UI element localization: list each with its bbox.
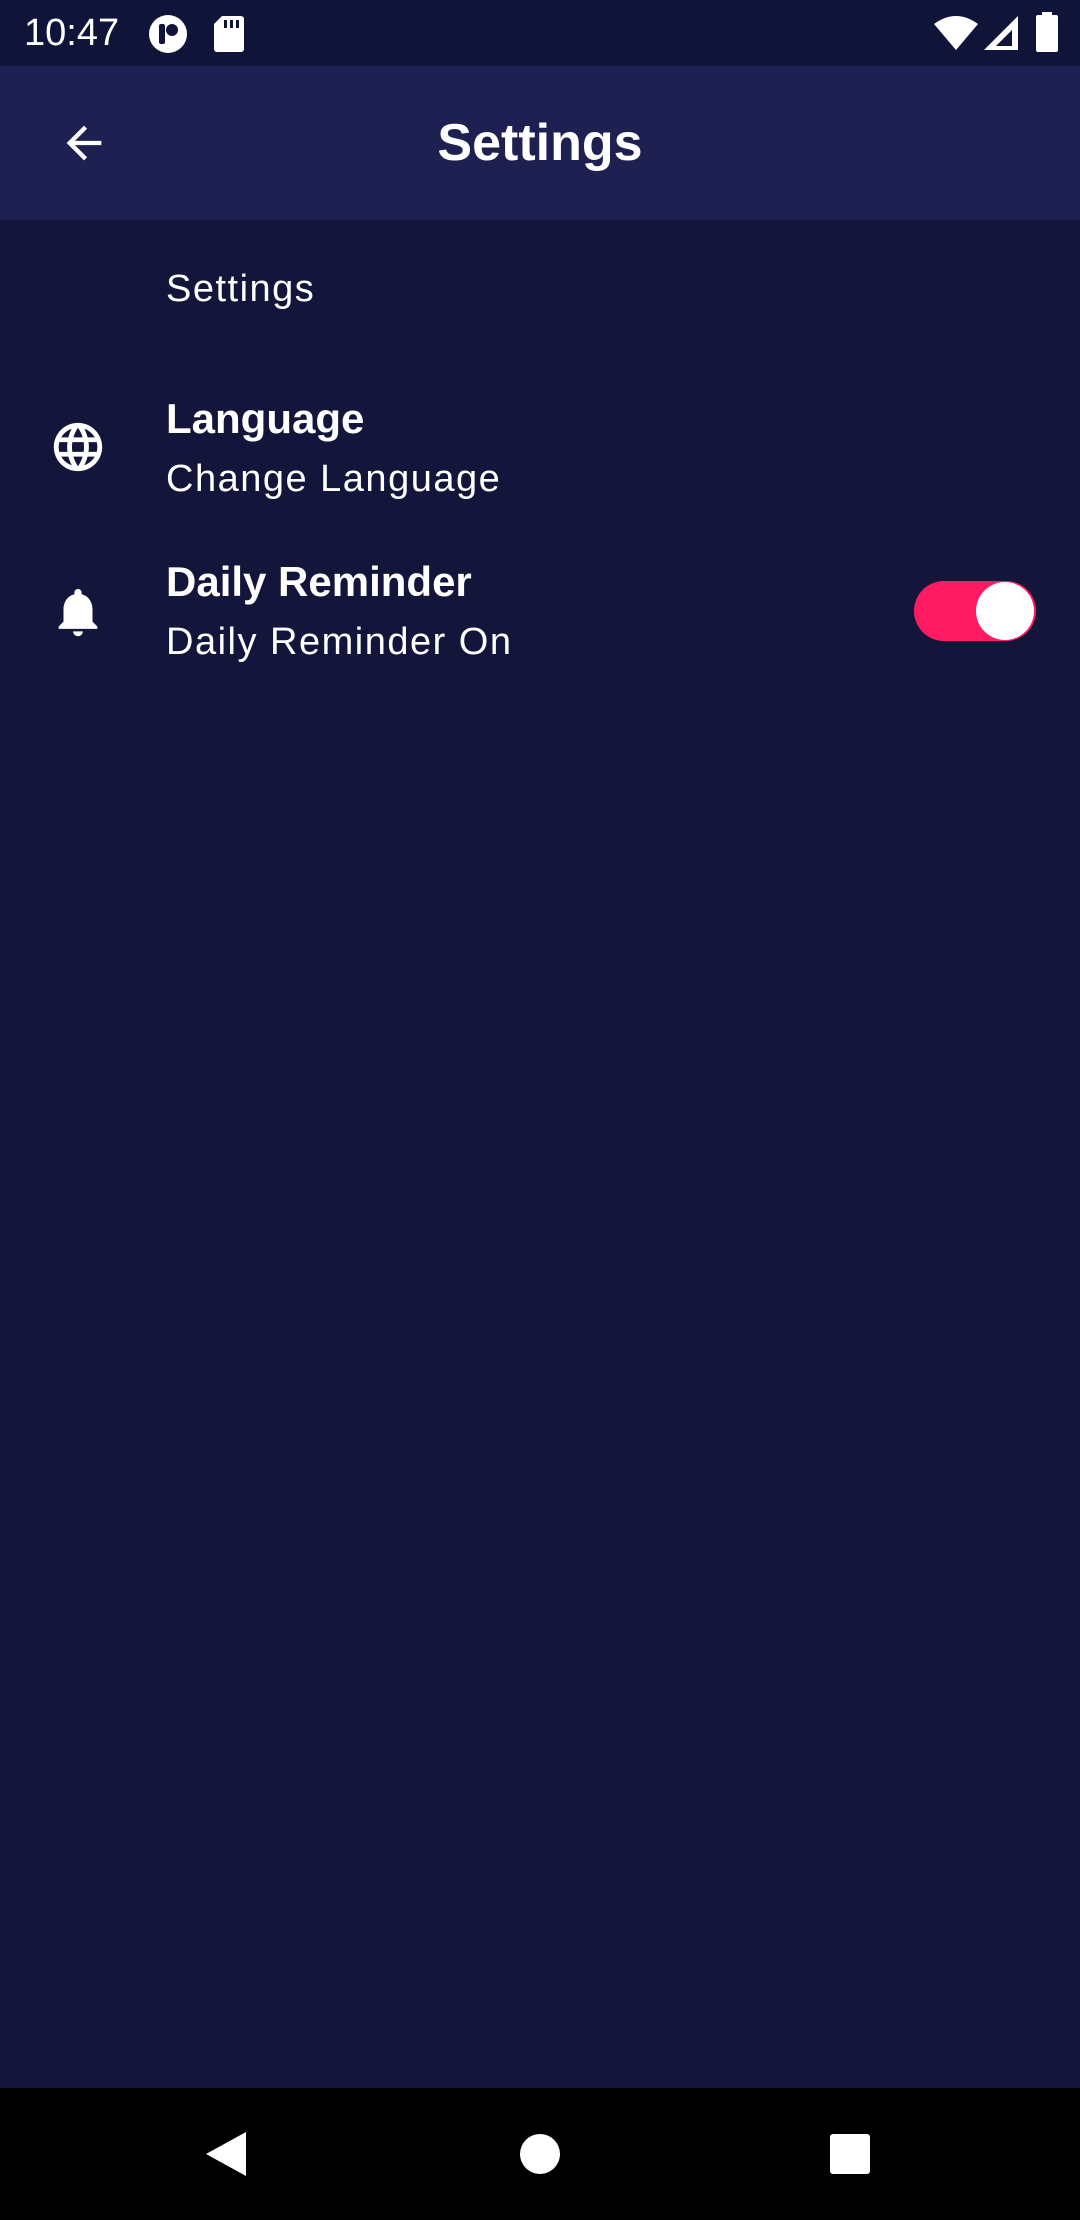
back-button[interactable]	[44, 103, 124, 183]
sd-card-icon	[214, 16, 244, 52]
arrow-back-icon	[66, 125, 102, 161]
cell-signal-icon	[984, 16, 1018, 50]
language-preference[interactable]: Language Change Language	[0, 375, 1080, 525]
wifi-icon	[934, 16, 978, 50]
section-header: Settings	[166, 268, 316, 310]
switch-thumb	[976, 582, 1034, 640]
home-circle-icon	[520, 2134, 560, 2174]
status-bar: 10:47	[0, 0, 1080, 66]
back-triangle-icon	[206, 2132, 246, 2176]
status-time: 10:47	[24, 12, 120, 54]
language-title: Language	[166, 395, 365, 442]
recents-square-icon	[830, 2134, 870, 2174]
globe-icon	[48, 417, 108, 477]
nav-recents-button[interactable]	[810, 2114, 890, 2194]
navigation-bar	[0, 2088, 1080, 2220]
page-title: Settings	[437, 114, 643, 172]
nav-home-button[interactable]	[500, 2114, 580, 2194]
nav-back-button[interactable]	[186, 2114, 266, 2194]
daily-reminder-title: Daily Reminder	[166, 558, 472, 605]
notification-app-icon	[149, 15, 187, 53]
language-summary: Change Language	[166, 458, 502, 500]
app-bar: Settings	[0, 66, 1080, 220]
bell-icon	[48, 582, 108, 642]
battery-icon	[1036, 12, 1058, 52]
daily-reminder-summary: Daily Reminder On	[166, 621, 513, 663]
daily-reminder-preference[interactable]: Daily Reminder Daily Reminder On	[0, 540, 1080, 690]
daily-reminder-switch[interactable]	[914, 581, 1036, 641]
